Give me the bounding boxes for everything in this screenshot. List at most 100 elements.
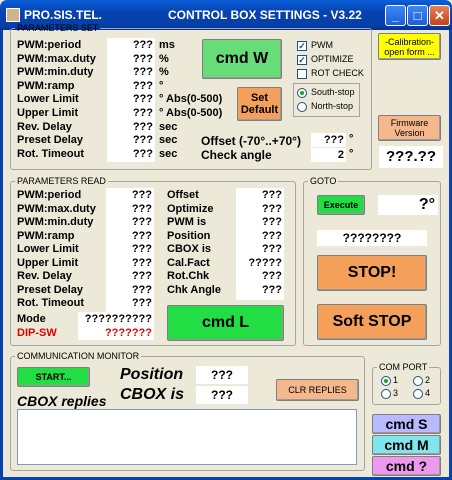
- close-button[interactable]: ✕: [429, 5, 450, 26]
- optimize-checkbox[interactable]: ✓: [297, 55, 307, 65]
- south-stop-radio[interactable]: [297, 88, 307, 98]
- set-unit-lower-abs: ° Abs(0-500): [159, 93, 223, 106]
- set-unit-degree: °: [159, 79, 164, 92]
- cmd-query-button[interactable]: cmd ?: [372, 456, 441, 476]
- set-value-lower-limit[interactable]: ???: [107, 92, 155, 106]
- offset-label: Offset (-70°..+70°): [201, 134, 301, 148]
- com-port-1-label: 1: [393, 375, 399, 385]
- set-label-pwm-min-duty: PWM:min.duty: [17, 66, 94, 79]
- set-values-column: ??? ??? ??? ??? ??? ??? ??? ??? ???: [107, 38, 155, 162]
- north-stop-radio[interactable]: [297, 102, 307, 112]
- cmd-m-button[interactable]: cmd M: [372, 435, 441, 455]
- maximize-button[interactable]: □: [407, 5, 428, 26]
- set-value-upper-limit[interactable]: ???: [107, 105, 155, 120]
- optimize-checkbox-label: OPTIMIZE: [311, 54, 354, 64]
- set-value-pwm-ramp[interactable]: ???: [107, 78, 155, 93]
- soft-stop-button[interactable]: Soft STOP: [317, 304, 427, 340]
- com-port-3-radio[interactable]: [381, 389, 391, 399]
- rot-check-checkbox[interactable]: [297, 69, 307, 79]
- set-unit-rev-sec: sec: [159, 120, 178, 133]
- minimize-button[interactable]: _: [385, 5, 406, 26]
- read-label-pwm-min-duty: PWM:min.duty: [17, 216, 94, 228]
- read-label-cbox-is: CBOX is: [167, 243, 212, 255]
- north-stop-label: North-stop: [311, 101, 354, 111]
- cbox-replies-label: CBOX replies: [17, 393, 107, 409]
- app-title: PRO.SIS.TEL.: [24, 8, 103, 22]
- read-label-position: Position: [167, 229, 211, 242]
- window-heading: CONTROL BOX SETTINGS - V3.22: [168, 8, 362, 22]
- cmd-l-button[interactable]: cmd L: [167, 305, 284, 341]
- com-port-4-radio[interactable]: [413, 389, 423, 399]
- offset-value[interactable]: ???: [311, 133, 346, 147]
- read-value-pwm-max-duty: ???: [106, 201, 154, 215]
- check-angle-label: Check angle: [201, 148, 272, 162]
- execute-button[interactable]: Execute: [317, 195, 365, 215]
- read-label-preset-delay: Preset Delay: [17, 283, 84, 296]
- read-value-upper-limit: ???: [106, 255, 154, 269]
- read-label-cal-fact: Cal.Fact: [167, 256, 210, 269]
- cbox-is-label: CBOX is: [120, 386, 185, 403]
- goto-legend: GOTO: [310, 176, 337, 186]
- firmware-version-value: ???.??: [379, 146, 443, 168]
- read-labels: PWM:period PWM:max.duty PWM:min.duty PWM…: [17, 189, 105, 311]
- start-button[interactable]: START...: [17, 367, 90, 387]
- parameters-set-legend: PARAMETERS SET: [17, 23, 99, 33]
- goto-angle-input[interactable]: ?°: [378, 195, 438, 215]
- dip-sw-label: DIP-SW: [17, 327, 57, 339]
- app-icon: [6, 8, 20, 22]
- set-label-pwm-max-duty: PWM:max.duty: [17, 52, 96, 65]
- parameters-read-legend: PARAMETERS READ: [17, 176, 106, 186]
- read-label-pwm-ramp: PWM:ramp: [17, 229, 75, 242]
- com-port-4-label: 4: [425, 388, 431, 398]
- read-value-preset-delay: ???: [106, 282, 154, 296]
- set-label-preset-delay: Preset Delay: [17, 134, 84, 147]
- stop-button[interactable]: STOP!: [317, 255, 427, 291]
- read-values-column-2: ??? ??? ??? ??? ??? ????? ??? ???: [236, 188, 284, 300]
- read-value-pwm-period: ???: [106, 188, 154, 202]
- set-default-button[interactable]: Set Default: [237, 87, 282, 121]
- dip-sw-value: ???????: [78, 326, 154, 340]
- mode-value: ??????????: [78, 312, 154, 326]
- cmd-s-button[interactable]: cmd S: [372, 414, 441, 434]
- set-label-rot-timeout: Rot. Timeout: [17, 147, 85, 160]
- set-label-pwm-ramp: PWM:ramp: [17, 79, 75, 92]
- position-value: ???: [196, 366, 248, 384]
- set-value-pwm-max-duty[interactable]: ???: [107, 51, 155, 66]
- position-label: Position: [120, 366, 184, 383]
- read-value-cal-fact: ?????: [236, 255, 284, 269]
- read-label-chk-angle: Chk Angle: [167, 283, 221, 296]
- read-label-pwm-period: PWM:period: [17, 189, 82, 201]
- read-value-pwm-ramp: ???: [106, 228, 154, 242]
- firmware-version-button[interactable]: Firmware Version: [378, 115, 441, 141]
- cbox-is-value: ???: [196, 386, 248, 404]
- cbox-replies-textarea[interactable]: [17, 409, 357, 465]
- read-value-optimize: ???: [236, 201, 284, 215]
- south-stop-label: South-stop: [311, 87, 355, 97]
- read-label-upper-limit: Upper Limit: [17, 256, 79, 269]
- read-values-column: ??? ??? ??? ??? ??? ??? ??? ??? ???: [106, 188, 154, 313]
- set-value-rev-delay[interactable]: ???: [107, 119, 155, 134]
- read-value-rot-chk: ???: [236, 269, 284, 283]
- set-label-upper-limit: Upper Limit: [17, 106, 79, 119]
- set-value-preset-delay[interactable]: ???: [107, 133, 155, 147]
- check-angle-value[interactable]: 2: [311, 148, 346, 162]
- read-value-cbox-is: ???: [236, 242, 284, 256]
- read-label-pwm-is: PWM is: [167, 216, 207, 228]
- goto-status-value: ????????: [317, 230, 427, 246]
- read-value-rev-delay: ???: [106, 269, 154, 283]
- read-value-pwm-min-duty: ???: [106, 215, 154, 229]
- rot-check-checkbox-label: ROT CHECK: [311, 68, 364, 78]
- set-value-pwm-min-duty[interactable]: ???: [107, 65, 155, 79]
- read-value-pwm-is: ???: [236, 215, 284, 229]
- set-unit-upper-abs: ° Abs(0-500): [159, 106, 223, 119]
- read-value-position: ???: [236, 228, 284, 242]
- cmd-w-button[interactable]: cmd W: [202, 39, 282, 79]
- mode-label: Mode: [17, 313, 46, 325]
- calibration-button[interactable]: -Calibration- open form ...: [378, 33, 441, 60]
- clr-replies-button[interactable]: CLR REPLIES: [276, 379, 359, 401]
- com-port-1-radio[interactable]: [381, 376, 391, 386]
- com-port-2-radio[interactable]: [413, 376, 423, 386]
- set-value-rot-timeout[interactable]: ???: [107, 146, 155, 161]
- pwm-checkbox[interactable]: ✓: [297, 41, 307, 51]
- set-value-pwm-period[interactable]: ???: [107, 38, 155, 52]
